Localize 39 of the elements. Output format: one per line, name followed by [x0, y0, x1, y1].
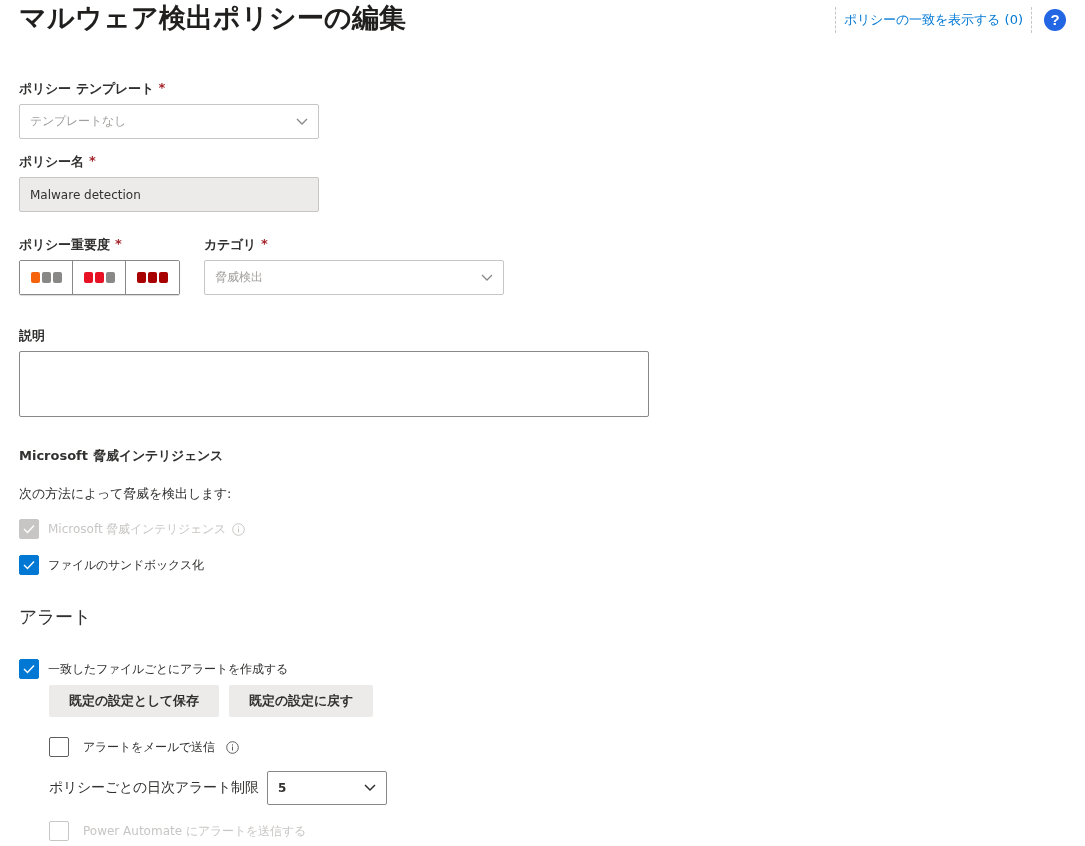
check-icon [23, 664, 35, 674]
chevron-down-icon [364, 784, 376, 792]
required-asterisk: * [158, 80, 166, 97]
required-asterisk: * [261, 236, 268, 253]
checkbox-label: ファイルのサンドボックス化 [48, 556, 204, 574]
daily-limit-dropdown[interactable]: 5 [267, 771, 387, 805]
policy-matches-link[interactable]: ポリシーの一致を表示する (0) [835, 7, 1032, 33]
checkbox[interactable] [49, 737, 69, 757]
field-label: ポリシー テンプレート [19, 80, 154, 98]
checkbox[interactable] [19, 555, 39, 575]
checkbox-label: アラートをメールで送信 [83, 738, 215, 756]
description-field[interactable] [19, 351, 649, 417]
chevron-down-icon [481, 273, 493, 282]
required-asterisk: * [89, 153, 96, 170]
section-heading: Microsoft 脅威インテリジェンス [19, 447, 224, 465]
severity-option[interactable] [73, 261, 126, 294]
required-asterisk: * [115, 236, 122, 253]
field-label: ポリシー名 [19, 153, 84, 171]
field-label: カテゴリ [204, 236, 256, 254]
info-icon[interactable] [226, 740, 239, 754]
intro-text: 次の方法によって脅威を検出します: [19, 485, 233, 503]
checkbox[interactable] [19, 659, 39, 679]
section-heading: アラート [19, 605, 92, 629]
severity-option[interactable] [20, 261, 73, 294]
checkbox-label: 一致したファイルごとにアラートを作成する [48, 660, 288, 678]
chevron-down-icon [296, 117, 308, 126]
default-settings-button[interactable]: 既定の設定として保存 [49, 685, 219, 717]
field-label: 説明 [19, 327, 45, 345]
default-settings-button[interactable]: 既定の設定に戻す [229, 685, 373, 717]
page-title: マルウェア検出ポリシーの編集 [19, 1, 406, 35]
check-icon [23, 524, 35, 534]
field-label: ポリシーごとの日次アラート制限 [49, 779, 259, 797]
severity-level-icon [137, 272, 168, 283]
severity-level-icon [30, 272, 62, 283]
help-button[interactable]: ? [1044, 9, 1066, 31]
field-label: ポリシー重要度 [19, 236, 110, 254]
severity-option[interactable] [126, 261, 179, 294]
check-icon [23, 560, 35, 570]
severity-level-icon [83, 272, 115, 283]
